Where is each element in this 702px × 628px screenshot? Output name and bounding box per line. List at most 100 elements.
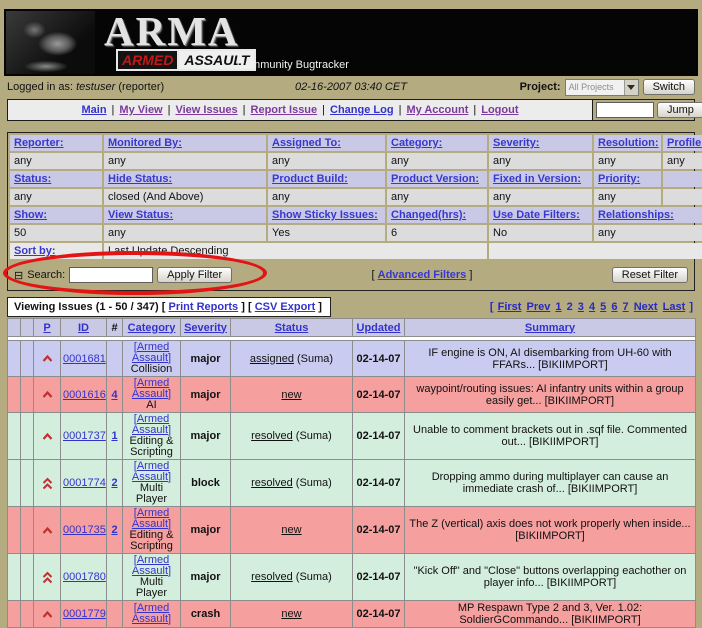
- project-link[interactable]: Armed Assault: [132, 413, 169, 436]
- filter-relationships[interactable]: Relationships:: [594, 207, 702, 223]
- filter-priority[interactable]: Priority:: [594, 171, 661, 187]
- project-link[interactable]: Armed Assault: [132, 554, 169, 577]
- filter-use-date-filters[interactable]: Use Date Filters:: [489, 207, 592, 223]
- nav-change-log[interactable]: Change Log: [330, 104, 394, 116]
- filter-assigned-to[interactable]: Assigned To:: [268, 135, 385, 151]
- filter-assigned-to-value: any: [268, 153, 385, 169]
- issue-id-link[interactable]: 0001780: [63, 571, 106, 583]
- jump-button[interactable]: Jump: [657, 102, 702, 118]
- csv-export-link[interactable]: CSV Export: [255, 301, 316, 313]
- issue-id-link[interactable]: 0001681: [63, 353, 106, 365]
- apply-filter-button[interactable]: Apply Filter: [157, 267, 232, 283]
- status-link[interactable]: new: [281, 389, 301, 401]
- nav-main[interactable]: Main: [81, 104, 106, 116]
- header-updated[interactable]: Updated: [353, 319, 405, 337]
- note-count-link[interactable]: 2: [111, 477, 117, 489]
- row-flag-cell: [21, 601, 34, 628]
- row-select-cell[interactable]: [8, 413, 21, 460]
- issue-id-link[interactable]: 0001616: [63, 389, 106, 401]
- site-tagline: Community Bugtracker: [237, 59, 349, 71]
- search-input[interactable]: [69, 267, 153, 283]
- nav-view-issues[interactable]: View Issues: [175, 104, 237, 116]
- nav-logout[interactable]: Logout: [481, 104, 518, 116]
- project-link[interactable]: Armed Assault: [132, 460, 169, 483]
- header-priority[interactable]: P: [34, 319, 61, 337]
- page-number-link[interactable]: 1: [555, 301, 561, 313]
- filter-changed-hrs[interactable]: Changed(hrs):: [387, 207, 487, 223]
- updated-cell: 02-14-07: [353, 377, 405, 413]
- status-link[interactable]: resolved: [251, 477, 293, 489]
- switch-project-button[interactable]: Switch: [643, 79, 695, 95]
- header-severity[interactable]: Severity: [181, 319, 231, 337]
- page-prev-link[interactable]: Prev: [527, 301, 551, 313]
- filter-product-build[interactable]: Product Build:: [268, 171, 385, 187]
- filter-hide-status[interactable]: Hide Status:: [104, 171, 266, 187]
- page-number-link[interactable]: 5: [600, 301, 606, 313]
- advanced-filters-link[interactable]: Advanced Filters: [378, 269, 467, 281]
- note-count-link[interactable]: 1: [111, 430, 117, 442]
- row-select-cell[interactable]: [8, 507, 21, 554]
- filter-reporter[interactable]: Reporter:: [10, 135, 102, 151]
- status-link[interactable]: new: [281, 524, 301, 536]
- row-select-cell[interactable]: [8, 377, 21, 413]
- banner: ARMA ARMED ASSAULT Community Bugtracker: [4, 9, 698, 76]
- filter-status[interactable]: Status:: [10, 171, 102, 187]
- page-number-link[interactable]: 7: [623, 301, 629, 313]
- project-link[interactable]: Armed Assault: [132, 377, 169, 400]
- page-number-link[interactable]: 2: [567, 301, 573, 313]
- nav-report-issue[interactable]: Report Issue: [251, 104, 318, 116]
- project-link[interactable]: Armed Assault: [132, 341, 169, 364]
- dropdown-arrow-icon[interactable]: [624, 80, 638, 95]
- filter-sort-by[interactable]: Sort by:: [10, 243, 102, 259]
- header-category[interactable]: Category: [123, 319, 181, 337]
- filter-severity[interactable]: Severity:: [489, 135, 592, 151]
- issue-id-link[interactable]: 0001737: [63, 430, 106, 442]
- page-first-link[interactable]: First: [498, 301, 522, 313]
- page-last-link[interactable]: Last: [663, 301, 686, 313]
- filter-view-status[interactable]: View Status:: [104, 207, 266, 223]
- filter-profile[interactable]: Profile:: [663, 135, 702, 151]
- row-select-cell[interactable]: [8, 460, 21, 507]
- note-count-link[interactable]: 4: [111, 389, 117, 401]
- issue-id-link[interactable]: 0001774: [63, 477, 106, 489]
- note-count-cell: [107, 601, 123, 628]
- header-status[interactable]: Status: [231, 319, 353, 337]
- status-link[interactable]: assigned: [250, 353, 294, 365]
- filter-fixed-in-version[interactable]: Fixed in Version:: [489, 171, 592, 187]
- filter-product-version[interactable]: Product Version:: [387, 171, 487, 187]
- page-next-link[interactable]: Next: [634, 301, 658, 313]
- print-reports-link[interactable]: Print Reports: [169, 301, 239, 313]
- filter-monitored-by[interactable]: Monitored By:: [104, 135, 266, 151]
- project-link[interactable]: Armed Assault: [132, 602, 169, 625]
- jump-issue-input[interactable]: [596, 102, 654, 118]
- project-link[interactable]: Armed Assault: [132, 507, 169, 530]
- status-cell: resolved (Suma): [231, 460, 353, 507]
- issue-id-link[interactable]: 0001735: [63, 524, 106, 536]
- filter-relationships-value: any: [594, 225, 702, 241]
- filter-resolution[interactable]: Resolution:: [594, 135, 661, 151]
- page-number-link[interactable]: 4: [589, 301, 595, 313]
- summary-cell: The Z (vertical) axis does not work prop…: [405, 507, 696, 554]
- header-summary[interactable]: Summary: [405, 319, 696, 337]
- status-link[interactable]: resolved: [251, 571, 293, 583]
- nav-my-view[interactable]: My View: [119, 104, 162, 116]
- filter-show-sticky[interactable]: Show Sticky Issues:: [268, 207, 385, 223]
- header-id[interactable]: ID: [61, 319, 107, 337]
- severity-cell: major: [181, 554, 231, 601]
- status-link[interactable]: resolved: [251, 430, 293, 442]
- status-link[interactable]: new: [281, 608, 301, 620]
- row-select-cell[interactable]: [8, 601, 21, 628]
- nav-my-account[interactable]: My Account: [406, 104, 468, 116]
- collapse-toggle-icon[interactable]: ⊟: [14, 269, 23, 282]
- issue-id-link[interactable]: 0001779: [63, 608, 106, 620]
- row-select-cell[interactable]: [8, 341, 21, 377]
- filter-category[interactable]: Category:: [387, 135, 487, 151]
- row-select-cell[interactable]: [8, 554, 21, 601]
- filter-show[interactable]: Show:: [10, 207, 102, 223]
- project-select[interactable]: All Projects: [565, 79, 639, 96]
- reset-filter-button[interactable]: Reset Filter: [612, 267, 688, 283]
- note-count-link[interactable]: 2: [111, 524, 117, 536]
- status-cell: new: [231, 601, 353, 628]
- page-number-link[interactable]: 6: [611, 301, 617, 313]
- page-number-link[interactable]: 3: [578, 301, 584, 313]
